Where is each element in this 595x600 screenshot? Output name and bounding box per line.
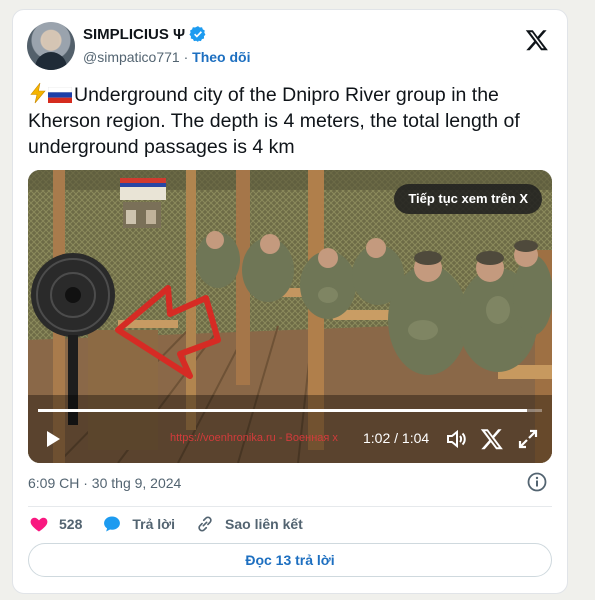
reply-bubble-icon: [104, 516, 121, 532]
video-progress-bar[interactable]: [38, 409, 542, 412]
reply-label: Trả lời: [132, 516, 175, 532]
russian-flag-icon: [48, 87, 72, 103]
tweet-body: Underground city of the Dnipro River gro…: [28, 84, 520, 158]
reply-action[interactable]: Trả lời: [102, 514, 175, 534]
follow-button[interactable]: Theo dõi: [192, 49, 250, 65]
x-logo-video-icon[interactable]: [480, 427, 504, 451]
like-count: 528: [59, 516, 83, 532]
action-bar: 528 Trả lời Sao liên kết: [29, 512, 323, 536]
continue-on-x-button[interactable]: Tiếp tục xem trên X: [394, 184, 542, 214]
separator-dot: ·: [183, 49, 189, 65]
copy-link-label: Sao liên kết: [225, 516, 303, 532]
author-handle-row: @simpatico771 · Theo dõi: [83, 49, 250, 65]
author-name-row: SIMPLICIUS Ψ: [83, 25, 207, 43]
like-button[interactable]: 528: [29, 514, 82, 534]
link-icon: [198, 516, 212, 532]
video-player[interactable]: Tiếp tục xem trên X https://voenhronika.…: [28, 170, 552, 463]
video-watermark: https://voenhronika.ru - Военная х: [170, 432, 338, 444]
copy-link-action[interactable]: Sao liên kết: [195, 514, 303, 534]
divider: [28, 506, 552, 507]
heart-icon: [30, 517, 48, 532]
volume-icon[interactable]: [444, 427, 468, 451]
info-icon[interactable]: [527, 472, 547, 492]
lightning-emoji-icon: [30, 82, 46, 104]
video-progress-fill: [38, 409, 527, 412]
play-icon[interactable]: [40, 427, 64, 451]
tweet-header: SIMPLICIUS Ψ @simpatico771 · Theo dõi: [27, 22, 553, 72]
tweet-timestamp[interactable]: 6:09 CH · 30 thg 9, 2024: [28, 475, 181, 491]
x-logo-icon[interactable]: [525, 28, 549, 52]
author-handle[interactable]: @simpatico771: [83, 49, 180, 65]
read-replies-button[interactable]: Đọc 13 trả lời: [28, 543, 552, 577]
fullscreen-icon[interactable]: [516, 427, 540, 451]
author-name[interactable]: SIMPLICIUS Ψ: [83, 26, 185, 43]
tweet-card: SIMPLICIUS Ψ @simpatico771 · Theo dõi Un…: [12, 9, 568, 594]
verified-badge-icon: [189, 26, 206, 42]
avatar[interactable]: [27, 22, 75, 70]
video-controls: https://voenhronika.ru - Военная х 1:02 …: [28, 415, 552, 463]
video-time: 1:02 / 1:04: [363, 430, 430, 446]
tweet-text: Underground city of the Dnipro River gro…: [28, 82, 558, 160]
